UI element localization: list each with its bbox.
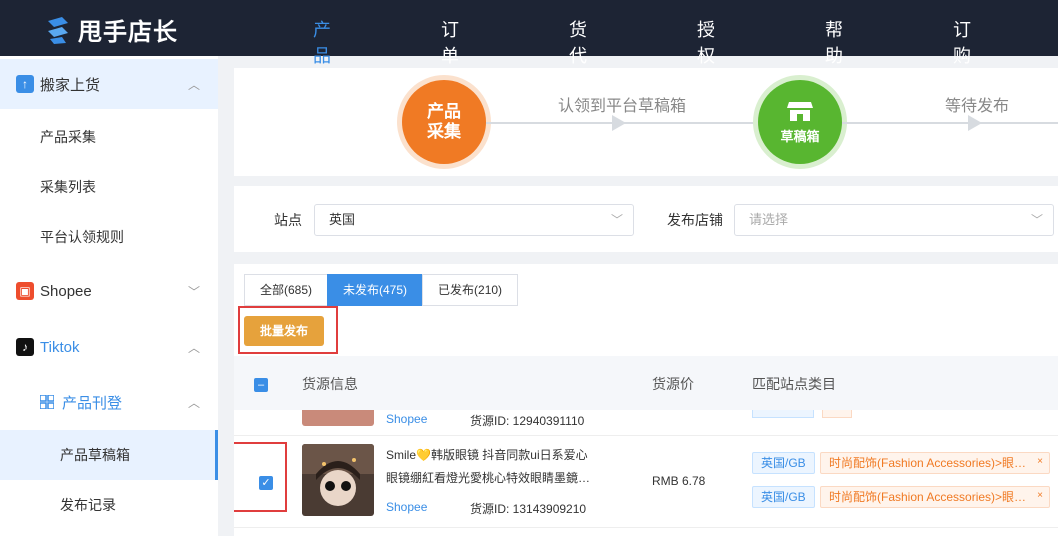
product-title-line2: 眼镜绷紅看燈光愛桃心特效眼睛墨鏡… [386,471,591,485]
upload-icon: ↑ [16,75,34,93]
source-link[interactable]: Shopee [386,412,427,426]
logo-icon [44,15,72,45]
category-tag-text: 时尚配饰(Fashion Accessories)>眼… [829,456,1027,470]
grid-icon [39,394,55,410]
sidebar-subgroup-publish[interactable]: 产品刊登 ︿ [0,377,218,427]
tab-unpublished[interactable]: 未发布(475) [327,274,424,306]
sidebar-group-label: Tiktok [40,338,80,356]
shopee-bag-icon: ▣ [16,282,34,300]
step-draft-label: 草稿箱 [780,128,820,144]
store-select[interactable]: 请选择 ﹀ [734,204,1054,236]
close-icon[interactable]: × [1037,453,1043,472]
site-select[interactable]: 英国 ﹀ [314,204,634,236]
category-tag[interactable]: 时尚配饰(Fashion Accessories)>眼… × [820,486,1050,508]
sidebar: ↑ 搬家上货 ︿ 产品采集 采集列表 平台认领规则 ▣ Shopee ﹀ ♪ T… [0,56,218,536]
source-link[interactable]: Shopee [386,500,427,514]
sidebar-group-tiktok[interactable]: ♪ Tiktok ︿ [0,322,218,372]
chevron-up-icon: ︿ [187,396,200,410]
site-label: 站点 [274,212,302,228]
step-connector [842,122,1058,124]
arrow-right-icon [968,115,982,131]
store-label: 发布店铺 [667,212,723,228]
chevron-up-icon: ︿ [187,78,200,92]
highlight-box [234,442,287,512]
status-tabs: 全部(685) 未发布(475) 已发布(210) [244,274,519,306]
step-collect: 产品 采集 [402,80,486,164]
nav-authorize[interactable]: 授权 [697,16,715,68]
sidebar-group-label: 搬家上货 [40,76,101,94]
select-all-checkbox[interactable]: – [254,378,268,392]
step-claim-text: 认领到平台草稿箱 [558,98,687,115]
sidebar-group-label: Shopee [40,282,92,300]
step-await-text: 等待发布 [945,98,1010,115]
logo-text: 甩手店长 [78,19,178,46]
chevron-down-icon: ﹀ [1030,213,1043,227]
nav-orders[interactable]: 订单 [441,16,459,68]
sidebar-item-publish-log[interactable]: 发布记录 [0,480,218,530]
sidebar-item-claim-rules[interactable]: 平台认领规则 [0,212,218,262]
top-bar: 甩手店长 产品 订单 货代 授权 帮助 订购 [0,0,1058,66]
sidebar-item-draft-box[interactable]: 产品草稿箱 [0,430,218,480]
store-select-placeholder: 请选择 [749,212,789,227]
filter-panel: 站点 英国 ﹀ 发布店铺 请选择 ﹀ [234,186,1058,252]
header-source-info: 货源信息 [302,376,358,392]
category-tag [822,410,852,418]
source-id: 货源ID: 13143909210 [470,502,587,516]
header-category: 匹配站点类目 [752,376,836,392]
store-icon [787,101,813,121]
site-tag: 英国/GB [752,486,815,508]
app-logo[interactable]: 甩手店长 [44,12,178,47]
step-draft-box: 草稿箱 [758,80,842,164]
source-id: 货源ID: 12940391110 [470,414,585,428]
step-collect-line1: 产品 [427,102,461,121]
nav-subscribe[interactable]: 订购 [953,16,971,68]
table-row: Shopee 货源ID: 12940391110 [234,410,1058,436]
sidebar-item-collect[interactable]: 产品采集 [0,112,218,162]
tab-all[interactable]: 全部(685) [244,274,329,306]
table-row: ✓ Smile💛韩版眼镜 抖音同款ui日系爱心 眼镜绷紅看燈光愛桃心特效眼睛墨鏡… [234,436,1058,528]
chevron-up-icon: ︿ [187,341,200,355]
product-title-line1: Smile💛韩版眼镜 抖音同款ui日系爱心 [386,448,588,462]
category-tag[interactable]: 时尚配饰(Fashion Accessories)>眼… × [820,452,1050,474]
source-price: RMB 6.78 [652,474,706,488]
sidebar-group-migration[interactable]: ↑ 搬家上货 ︿ [0,59,218,109]
nav-help[interactable]: 帮助 [825,16,843,68]
highlight-box [238,306,338,354]
nav-products[interactable]: 产品 [313,16,331,68]
sidebar-subgroup-label: 产品刊登 [62,394,123,412]
site-tag [752,410,814,418]
category-tag-text: 时尚配饰(Fashion Accessories)>眼… [829,490,1027,504]
close-icon[interactable]: × [1037,487,1043,506]
nav-freight[interactable]: 货代 [569,16,587,68]
table-header: – 货源信息 货源价 匹配站点类目 [234,356,1058,410]
product-thumbnail[interactable] [302,444,374,516]
tiktok-icon: ♪ [16,338,34,356]
sidebar-group-shopee[interactable]: ▣ Shopee ﹀ [0,266,218,316]
product-thumbnail [302,410,374,426]
workflow-steps: 产品 采集 认领到平台草稿箱 草稿箱 等待发布 [234,68,1058,176]
step-collect-line2: 采集 [427,122,461,141]
site-select-value: 英国 [329,212,356,227]
chevron-down-icon: ﹀ [610,213,623,227]
tab-published[interactable]: 已发布(210) [422,274,519,306]
arrow-right-icon [612,115,626,131]
chevron-down-icon: ﹀ [187,285,200,299]
product-list-panel: 全部(685) 未发布(475) 已发布(210) 批量发布 – 货源信息 货源… [234,264,1058,536]
header-source-price: 货源价 [652,376,694,392]
sidebar-item-collect-list[interactable]: 采集列表 [0,162,218,212]
site-tag: 英国/GB [752,452,815,474]
